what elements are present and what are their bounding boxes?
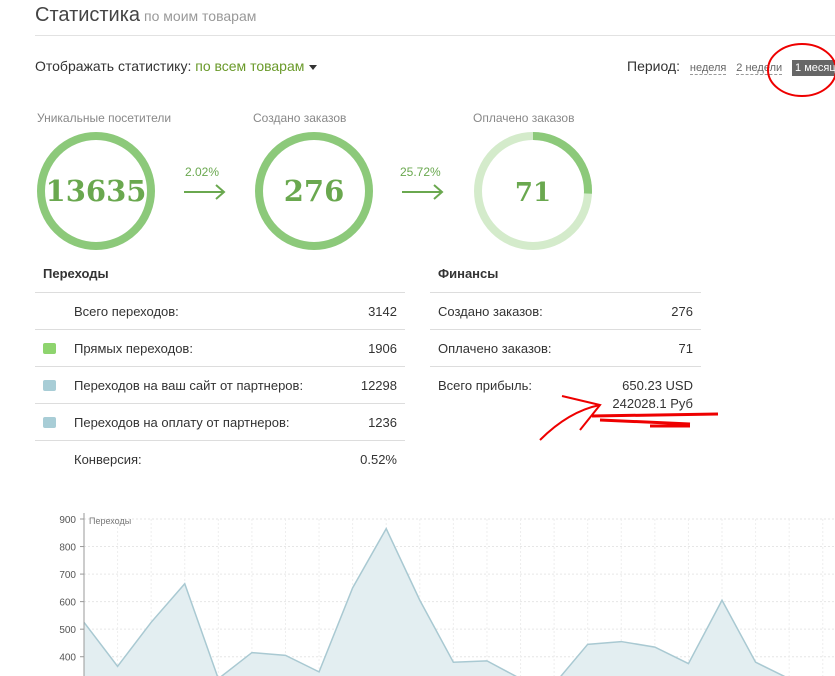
header-divider <box>35 35 835 36</box>
profit-usd: 650.23 USD <box>622 378 693 393</box>
table-row: Конверсия: 0.52% <box>35 440 405 478</box>
row-value: 1236 <box>368 415 397 430</box>
finance-section-title: Финансы <box>438 266 499 281</box>
orders-created-value: 276 <box>284 174 345 208</box>
period-option-month[interactable]: 1 месяц <box>792 60 835 76</box>
row-label: Создано заказов: <box>438 304 543 319</box>
page-title-text: Статистика <box>35 4 141 26</box>
funnel-graphic: 13635 276 71 <box>37 132 592 250</box>
table-row: Всего прибыль: 650.23 USD 242028.1 Руб <box>430 366 701 417</box>
y-tick-label: 500 <box>59 625 76 636</box>
row-label: Переходов на оплату от партнеров: <box>74 415 290 430</box>
page-subtitle: по моим товарам <box>144 8 257 24</box>
partner-payment-swatch <box>43 417 56 428</box>
table-row: Оплачено заказов: 71 <box>430 329 701 367</box>
traffic-chart: 400 500 600 700 800 900 Переходы <box>59 513 834 676</box>
row-value: 276 <box>671 304 693 319</box>
visitors-label: Уникальные посетители <box>37 111 172 125</box>
table-row: Переходов на оплату от партнеров: 1236 <box>35 403 405 441</box>
table-row: Всего переходов: 3142 <box>35 292 405 330</box>
stats-filter: Отображать статистику: по всем товарам <box>35 58 318 74</box>
conversion-orders-to-paid: 25.72% <box>400 165 441 179</box>
caret-down-icon <box>309 64 318 70</box>
row-value: 71 <box>678 341 693 356</box>
direct-traffic-swatch <box>43 343 56 354</box>
table-row: Создано заказов: 276 <box>430 292 701 330</box>
table-row: Прямых переходов: 1906 <box>35 329 405 367</box>
chart-title: Переходы <box>89 516 131 526</box>
visitors-value: 13635 <box>46 174 147 208</box>
period-option-week[interactable]: неделя <box>689 62 727 75</box>
orders-paid-label: Оплачено заказов <box>473 111 575 125</box>
row-label: Конверсия: <box>74 452 142 467</box>
profit-rub: 242028.1 Руб <box>612 396 693 411</box>
table-row: Переходов на ваш сайт от партнеров: 1229… <box>35 366 405 404</box>
y-tick-label: 400 <box>59 653 76 664</box>
period-option-2weeks[interactable]: 2 недели <box>736 62 783 75</box>
arrow-right-icon <box>402 184 444 200</box>
row-value: 1906 <box>368 341 397 356</box>
y-tick-label: 800 <box>59 543 76 554</box>
row-label: Всего прибыль: <box>438 378 532 393</box>
arrow-right-icon <box>184 184 226 200</box>
row-label: Оплачено заказов: <box>438 341 552 356</box>
period-label: Период: <box>627 58 680 74</box>
filter-value: по всем товарам <box>195 58 305 74</box>
conversion-visitors-to-orders: 2.02% <box>185 165 220 179</box>
traffic-section-title: Переходы <box>43 266 109 281</box>
chart-y-ticks: 400 500 600 700 800 900 <box>59 515 84 664</box>
products-filter-dropdown[interactable]: по всем товарам <box>195 58 318 74</box>
y-tick-label: 600 <box>59 598 76 609</box>
orders-paid-value: 71 <box>515 178 551 208</box>
filter-label: Отображать статистику: <box>35 58 192 74</box>
orders-created-label: Создано заказов <box>253 111 347 125</box>
row-label: Переходов на ваш сайт от партнеров: <box>74 378 304 393</box>
y-tick-label: 900 <box>59 515 76 526</box>
chart-area-fill <box>84 528 823 676</box>
row-value: 12298 <box>360 378 397 393</box>
page-title: Статистика по моим товарам <box>35 4 256 27</box>
partner-site-swatch <box>43 380 56 391</box>
y-tick-label: 700 <box>59 570 76 581</box>
row-label: Прямых переходов: <box>74 341 193 356</box>
row-value: 0.52% <box>360 452 397 467</box>
row-value: 3142 <box>368 304 397 319</box>
period-selector: Период: неделя 2 недели 1 месяц <box>627 58 835 76</box>
row-label: Всего переходов: <box>74 304 179 319</box>
